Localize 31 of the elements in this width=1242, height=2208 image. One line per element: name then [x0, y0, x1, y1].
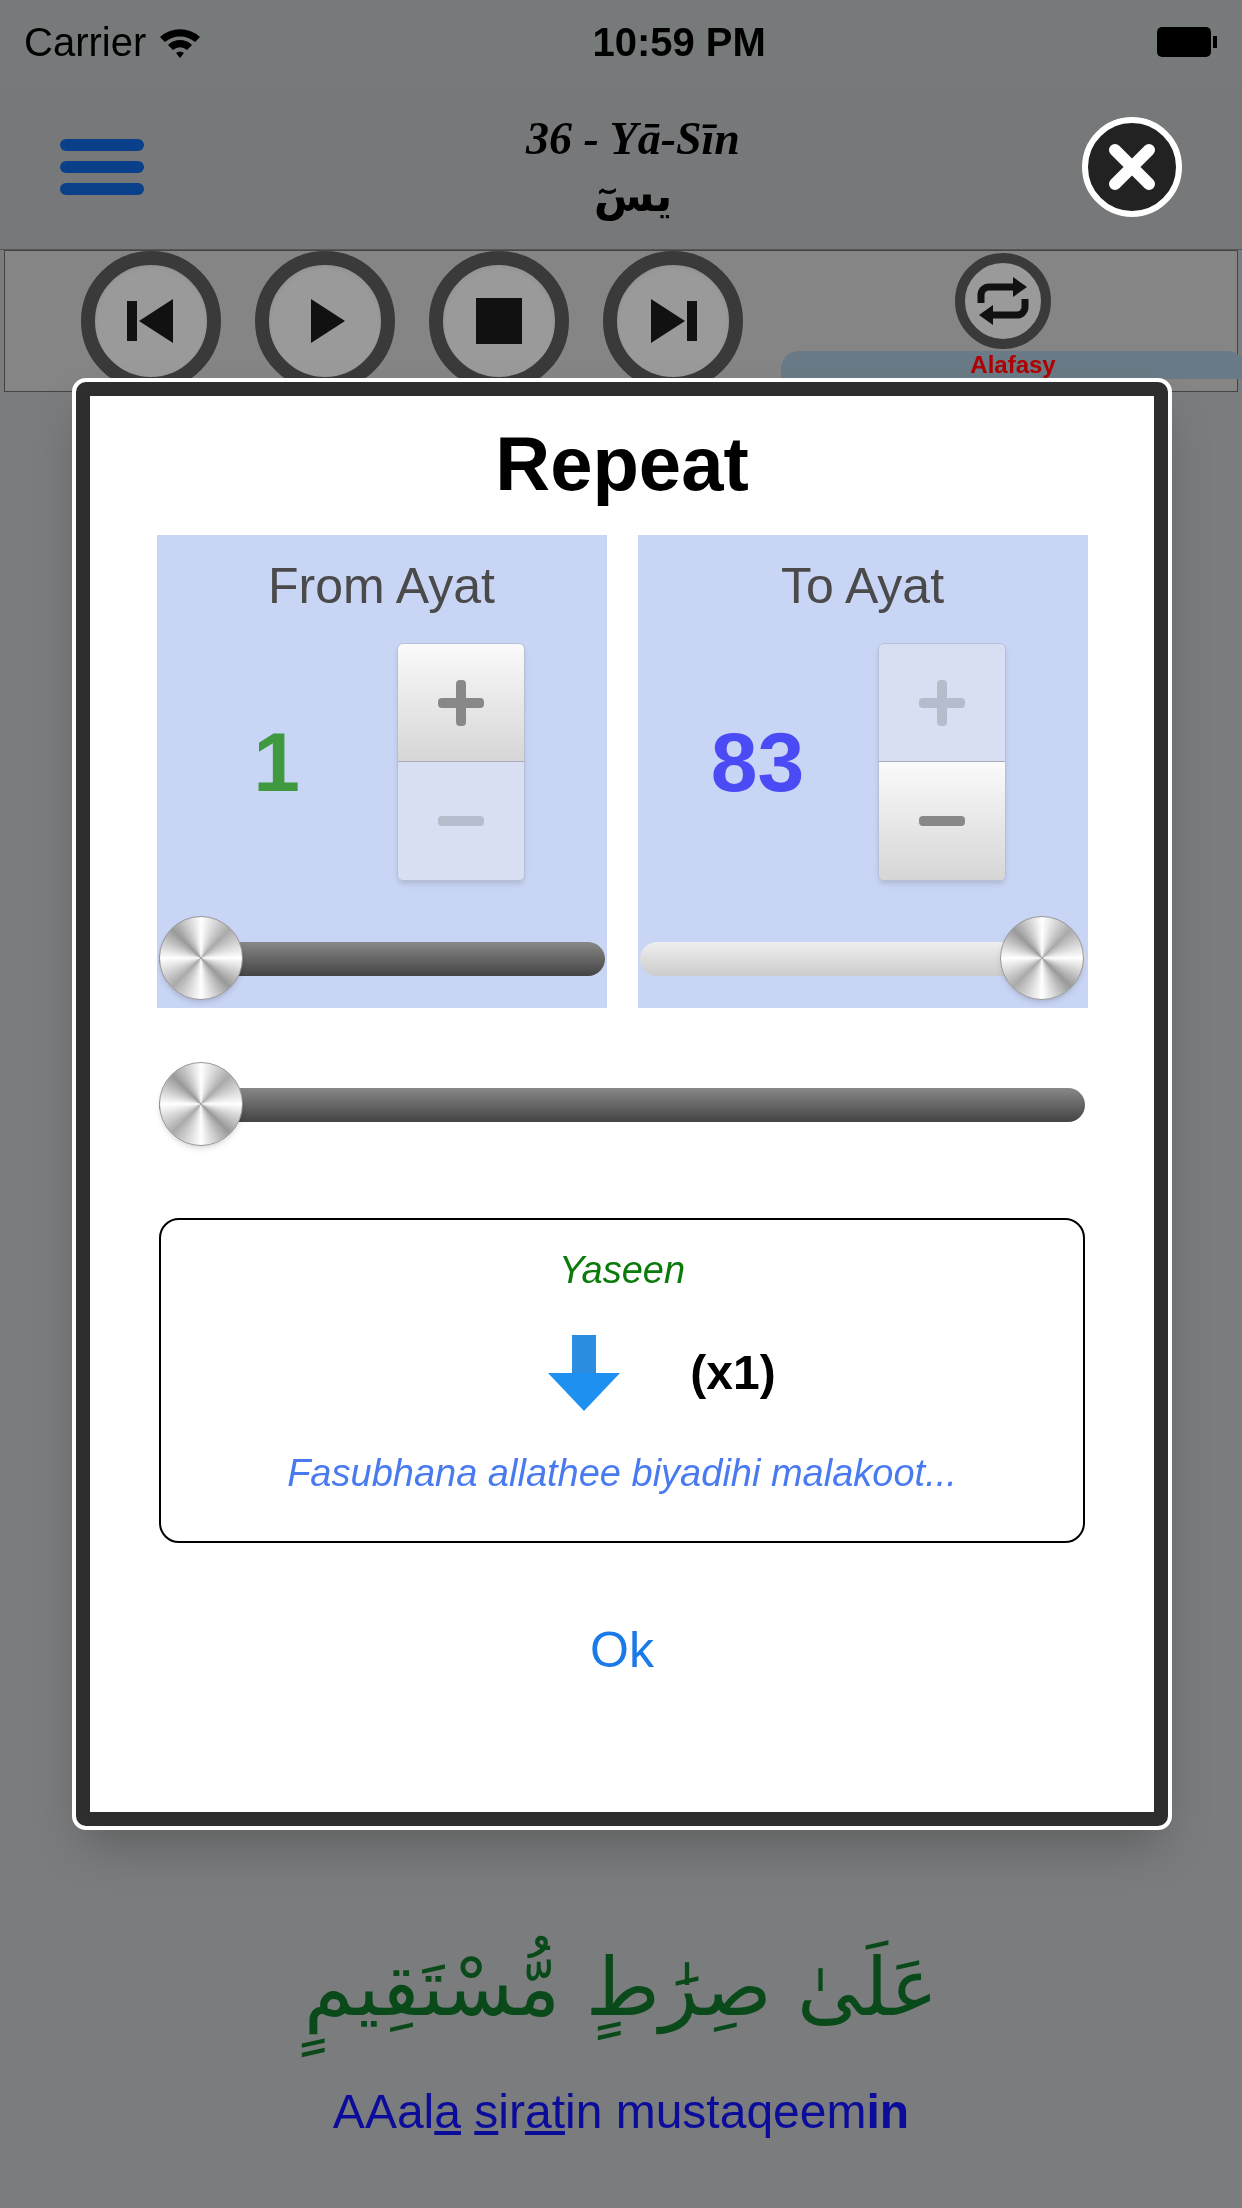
verse-arabic: عَلَىٰ صِرَٰطٍ مُّسْتَقِيمٍ [264, 1906, 978, 2070]
plus-icon [435, 677, 486, 728]
verse-transliteration: AAala siratin mustaqeemin [332, 2084, 910, 2140]
range-label: From Ayat [267, 557, 496, 616]
stop-icon [474, 296, 524, 346]
ok-button[interactable]: Ok [566, 1613, 678, 1688]
repeat-count: (x1) [690, 1345, 776, 1401]
carrier-label: Carrier [24, 19, 147, 66]
surah-title: 36 - Yā-Sīn [526, 112, 740, 167]
reciter-label: Alafasy [781, 351, 1242, 379]
down-arrow-icon [548, 1335, 621, 1411]
surah-arabic-title: يسٓ [593, 168, 673, 223]
slider[interactable] [639, 916, 1086, 1002]
verse-preview: Fasubhana allathee biyadihi malakoot... [287, 1451, 957, 1496]
minus-icon [916, 816, 967, 826]
status-time: 10:59 PM [592, 19, 766, 66]
surah-name: Yaseen [558, 1248, 686, 1293]
battery-icon [1156, 26, 1218, 58]
range-value: 83 [710, 714, 805, 811]
repeat-icon [975, 277, 1031, 325]
dialog-title: Repeat [495, 420, 749, 508]
plus-icon [916, 677, 967, 728]
menu-button[interactable] [60, 138, 144, 195]
minus-icon [435, 816, 486, 826]
slider[interactable] [159, 1062, 1085, 1148]
close-icon [1107, 141, 1157, 192]
slider[interactable] [158, 916, 605, 1002]
range-value: 1 [253, 714, 300, 811]
range-label: To Ayat [779, 557, 946, 616]
decrement-button[interactable] [878, 762, 1005, 880]
increment-button[interactable] [397, 644, 524, 762]
